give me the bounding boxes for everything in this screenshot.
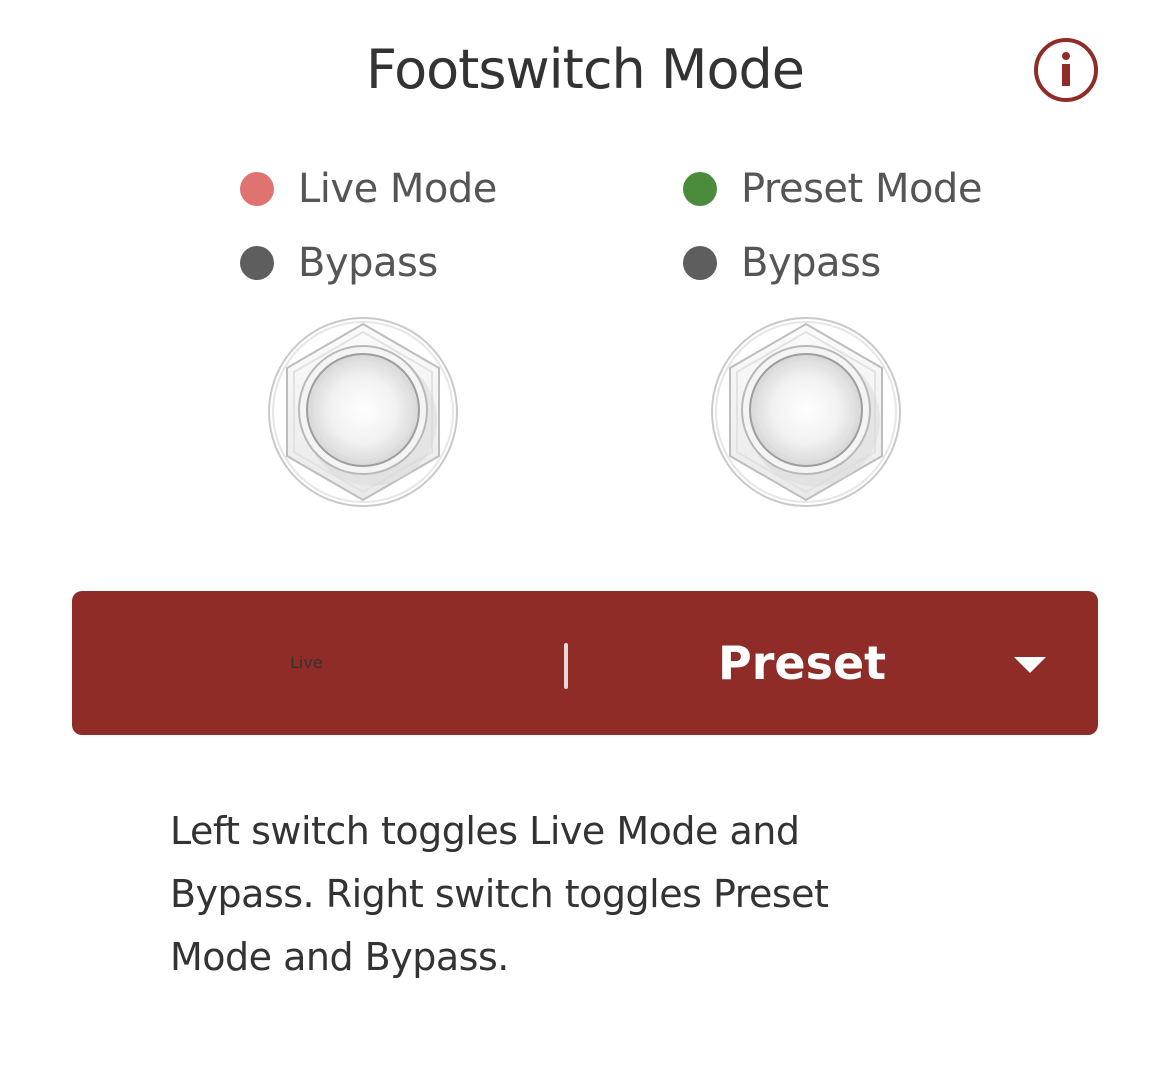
info-button[interactable] xyxy=(1034,38,1098,102)
mode-label-preset: Preset xyxy=(718,636,887,690)
legend-label: Live Mode xyxy=(298,166,497,212)
info-circle-icon xyxy=(1062,52,1070,86)
footswitch-icon xyxy=(268,317,458,507)
legend-item-live-mode: Live Mode xyxy=(240,160,497,218)
preset-mode-indicator-dot xyxy=(683,172,717,206)
live-mode-indicator-dot xyxy=(240,172,274,206)
legend-label: Bypass xyxy=(298,240,438,286)
legend-label: Bypass xyxy=(741,240,881,286)
footswitch-left xyxy=(267,316,459,508)
footswitch-mode-dropdown[interactable]: Live Preset xyxy=(72,591,1098,735)
caret-down-icon xyxy=(1014,657,1046,673)
footswitch-mode-panel: Footswitch Mode Live Mode Bypass Preset … xyxy=(0,0,1170,1082)
legend-left: Live Mode Bypass xyxy=(240,160,497,308)
legend-item-bypass: Bypass xyxy=(683,234,982,292)
bypass-indicator-dot xyxy=(240,246,274,280)
legend-right: Preset Mode Bypass xyxy=(683,160,982,308)
legend-item-bypass: Bypass xyxy=(240,234,497,292)
mode-description: Left switch toggles Live Mode and Bypass… xyxy=(170,809,829,979)
page-title: Footswitch Mode xyxy=(365,38,805,101)
bypass-indicator-dot xyxy=(683,246,717,280)
footswitch-right xyxy=(710,316,902,508)
legend-label: Preset Mode xyxy=(741,166,982,212)
legend-item-preset-mode: Preset Mode xyxy=(683,160,982,218)
mode-label-live: Live xyxy=(290,653,323,672)
footswitch-icon xyxy=(711,317,901,507)
mode-divider xyxy=(564,643,568,689)
